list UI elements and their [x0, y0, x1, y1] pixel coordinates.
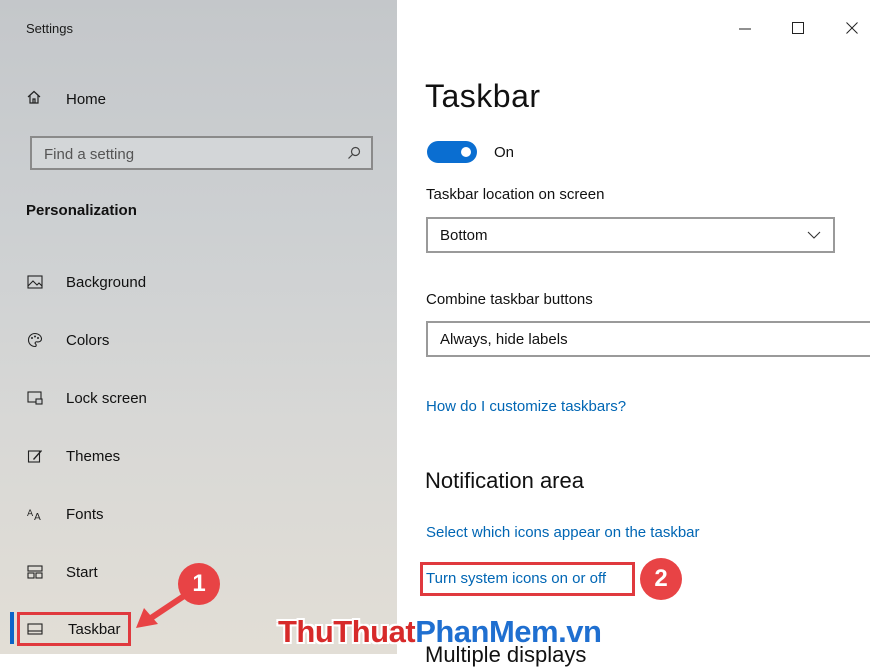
taskbar-lock-toggle[interactable]: [427, 141, 477, 163]
minimize-button[interactable]: [733, 16, 757, 40]
close-button[interactable]: [840, 16, 864, 40]
nav-home[interactable]: Home: [26, 86, 106, 112]
maximize-button[interactable]: [786, 16, 810, 40]
location-select[interactable]: Bottom: [426, 217, 835, 253]
main-panel: Taskbar On Taskbar location on screen Bo…: [397, 0, 870, 654]
fonts-icon: AA: [26, 505, 44, 523]
select-icons-link[interactable]: Select which icons appear on the taskbar: [426, 524, 700, 541]
notification-area-heading: Notification area: [425, 468, 584, 493]
sidebar: Settings Home Find a setting Personaliza…: [0, 0, 397, 654]
app-title: Settings: [26, 21, 73, 36]
search-input[interactable]: Find a setting: [30, 136, 373, 170]
background-icon: [26, 273, 44, 291]
step-badge-1: 1: [178, 563, 220, 605]
close-icon: [846, 22, 858, 34]
sidebar-item-label: Fonts: [66, 505, 104, 523]
nav-home-label: Home: [66, 90, 107, 108]
palette-icon: [26, 331, 44, 349]
start-icon: [26, 563, 44, 581]
location-label: Taskbar location on screen: [426, 186, 605, 203]
toggle-knob: [461, 147, 471, 157]
sidebar-item-lock-screen[interactable]: Lock screen: [26, 385, 147, 411]
search-placeholder: Find a setting: [44, 146, 135, 163]
chevron-down-icon: [807, 231, 821, 239]
watermark-part-2: PhanMem.vn: [415, 614, 602, 649]
themes-icon: [26, 447, 44, 465]
minimize-icon: [739, 28, 751, 30]
sidebar-item-label: Lock screen: [66, 389, 147, 407]
section-heading: Personalization: [26, 202, 137, 219]
step-badge-2: 2: [640, 558, 682, 600]
combine-label: Combine taskbar buttons: [426, 291, 593, 308]
sidebar-item-fonts[interactable]: AA Fonts: [26, 501, 104, 527]
home-icon: [26, 89, 42, 110]
highlight-box-system-icons: [420, 562, 635, 596]
sidebar-item-label: Background: [66, 273, 147, 291]
location-value: Bottom: [440, 227, 488, 244]
sidebar-item-label: Colors: [66, 331, 110, 349]
help-link[interactable]: How do I customize taskbars?: [426, 398, 626, 415]
page-title: Taskbar: [425, 78, 541, 114]
watermark-part-1: ThuThuat: [278, 614, 416, 649]
sidebar-item-colors[interactable]: Colors: [26, 327, 109, 353]
combine-select[interactable]: Always, hide labels: [426, 321, 870, 357]
watermark: ThuThuatPhanMem.vn: [278, 614, 602, 650]
sidebar-item-themes[interactable]: Themes: [26, 443, 120, 469]
svg-text:A: A: [27, 509, 34, 519]
highlight-box-taskbar: [17, 612, 131, 646]
toggle-state-label: On: [494, 144, 515, 161]
sidebar-item-label: Themes: [66, 447, 121, 465]
sidebar-item-start[interactable]: Start: [26, 559, 98, 585]
combine-value: Always, hide labels: [440, 331, 568, 348]
search-icon: [348, 146, 361, 159]
maximize-icon: [792, 22, 804, 34]
svg-text:A: A: [34, 512, 41, 521]
lock-screen-icon: [26, 389, 44, 407]
sidebar-item-background[interactable]: Background: [26, 269, 146, 295]
selection-indicator: [10, 612, 14, 644]
sidebar-item-label: Start: [66, 563, 98, 581]
